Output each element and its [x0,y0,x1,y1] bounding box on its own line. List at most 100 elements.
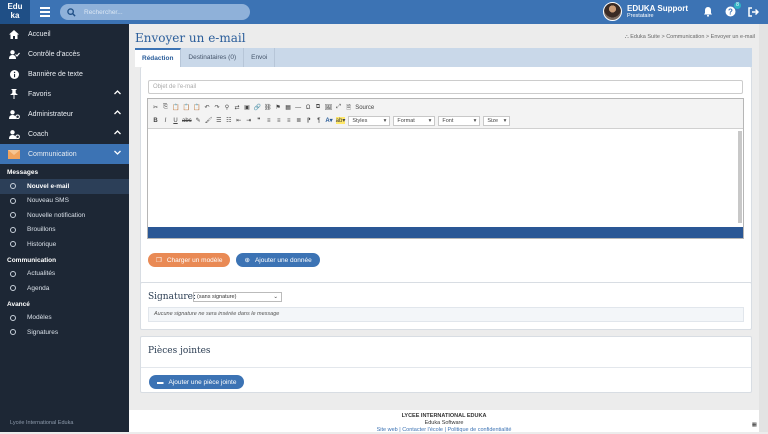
maximize-icon[interactable]: ⤢ [335,104,342,111]
paste-text-icon[interactable]: 📋 [182,104,189,111]
copy-icon[interactable]: ⎘ [162,104,169,111]
redo-icon[interactable]: ↷ [213,104,220,111]
sidebar-item-administrateur[interactable]: Administrateur [0,104,129,124]
paste-word-icon[interactable]: 📋 [193,104,200,111]
menu-signatures[interactable]: Signatures [0,325,129,340]
footer-links[interactable]: Site web | Contacter l'école | Politique… [377,427,512,433]
strike-icon[interactable]: abc [182,118,192,124]
sidebar-footer: Lycée International Eduka [10,420,74,426]
chevron-up-icon [114,90,121,97]
font-select[interactable]: Font ▾ [438,115,481,126]
user-menu[interactable]: EDUKA Support Prestataire [603,2,688,21]
special-char-icon[interactable]: Ω [305,105,312,111]
sidebar-item-coach[interactable]: Coach [0,124,129,144]
tab-envoi[interactable]: Envoi [244,48,276,67]
user-gear-icon [8,109,20,119]
undo-icon[interactable]: ↶ [203,104,210,111]
eduka-logo[interactable]: Edu ka [0,0,30,24]
sidebar-item-favoris[interactable]: Favoris [0,84,129,104]
outdent-icon[interactable]: ⇤ [235,117,242,124]
sidebar-item-controle-acces[interactable]: Contrôle d'accès [0,44,129,64]
editor-body[interactable] [148,129,743,227]
menu-historique[interactable]: Historique [0,237,129,252]
rich-text-editor[interactable]: ✂ ⎘ 📋 📋 📋 ↶ ↷ ⚲ ⇄ ▣ 🔗 ⛓ ⚑ ▦ ― Ω ⧉ 🖼 ⤢ 🗎 … [147,98,744,239]
sidebar-item-accueil[interactable]: Accueil [0,24,129,44]
editor-toolbar: ✂ ⎘ 📋 📋 📋 ↶ ↷ ⚲ ⇄ ▣ 🔗 ⛓ ⚑ ▦ ― Ω ⧉ 🖼 ⤢ 🗎 … [148,99,743,129]
signature-panel: Signature: (sans signature) ⌄ Aucune sign… [140,282,752,330]
sidebar-item-communication[interactable]: Communication [0,144,129,164]
rtl-icon[interactable]: ¶ [315,118,322,124]
menu-modeles[interactable]: Modèles [0,311,129,326]
top-bar: Edu ka Rechercher... EDUKA Support Prestat… [0,0,768,24]
size-select[interactable]: Size ▾ [483,115,511,126]
image-icon[interactable]: 🖼 [325,104,333,111]
tab-redaction[interactable]: Rédaction [135,48,182,67]
source-icon[interactable]: 🗎 [345,103,352,113]
bold-icon[interactable]: B [152,118,159,124]
justify-icon[interactable]: ≣ [295,117,302,124]
search-icon [67,7,76,17]
page-title: Envoyer un e-mail [135,31,246,45]
replace-icon[interactable]: ⇄ [233,104,240,111]
signature-select[interactable]: (sans signature) ⌄ [193,292,282,302]
bell-icon[interactable] [701,5,714,18]
menu-toggle-icon[interactable] [34,7,56,17]
menu-agenda[interactable]: Agenda [0,281,129,296]
menu-nouveau-sms[interactable]: Nouveau SMS [0,194,129,209]
numbered-list-icon[interactable]: ☰ [215,117,222,124]
add-attachment-button[interactable]: ▬ Ajouter une pièce jointe [149,375,245,389]
tab-destinataires[interactable]: Destinataires (0) [181,48,245,67]
indent-icon[interactable]: ⇥ [245,117,252,124]
tab-bar: Rédaction Destinataires (0) Envoi [135,48,752,67]
add-data-button[interactable]: ⊕ Ajouter une donnée [236,253,320,267]
menu-nouvel-email[interactable]: Nouvel e-mail [0,179,129,194]
text-color-icon[interactable]: A▾ [325,117,332,124]
styles-select[interactable]: Styles ▾ [348,115,391,126]
paste-icon[interactable]: 📋 [172,104,179,111]
blockquote-icon[interactable]: ❞ [255,117,262,124]
copy-format-icon[interactable]: 🖌 [205,117,213,124]
breadcrumb[interactable]: ⛬ Eduka Suite > Communication > Envoyer … [625,34,755,41]
iframe-icon[interactable]: ⧉ [315,104,322,111]
find-icon[interactable]: ⚲ [223,104,230,111]
menu-actualites[interactable]: Actualités [0,267,129,282]
select-all-icon[interactable]: ▣ [243,104,250,111]
format-select[interactable]: Format ▾ [393,115,436,126]
bullet-list-icon[interactable]: ☷ [225,117,232,124]
align-center-icon[interactable]: ≡ [275,118,282,124]
logout-icon[interactable] [747,5,760,18]
user-gear-icon [8,129,20,139]
subject-input[interactable]: Objet de l'e-mail [148,80,743,94]
unlink-icon[interactable]: ⛓ [264,104,272,111]
user-role: Prestataire [627,13,654,19]
remove-format-icon[interactable]: ✎ [195,117,202,124]
page-scrollbar[interactable] [759,24,768,432]
section-title-messages: Messages [7,169,39,176]
search-input[interactable]: Rechercher... [60,4,250,20]
editor-statusbar [148,227,743,238]
align-right-icon[interactable]: ≡ [285,118,292,124]
help-icon[interactable]: ? 8 [724,2,741,18]
sidebar-item-banniere[interactable]: Bannière de texte [0,64,129,84]
horizontal-rule-icon[interactable]: ― [295,105,302,111]
editor-scrollbar[interactable] [738,131,742,223]
italic-icon[interactable]: I [162,118,169,124]
page-footer: LYCEE INTERNATIONAL EDUKA Eduka Software… [129,410,759,433]
avatar[interactable] [603,2,622,21]
cut-icon[interactable]: ✂ [152,104,159,111]
align-left-icon[interactable]: ≡ [265,118,272,124]
ltr-icon[interactable]: ⁋ [305,117,312,124]
anchor-icon[interactable]: ⚑ [275,104,282,111]
menu-nouvelle-notification[interactable]: Nouvelle notification [0,208,129,223]
calculator-icon[interactable]: ▦ [752,422,757,429]
source-button[interactable]: Source [355,105,374,111]
bg-color-icon[interactable]: ab▾ [335,117,346,124]
chevron-up-icon [114,130,121,137]
link-icon[interactable]: 🔗 [253,104,260,111]
attachments-panel: Pièces jointes ▬ Ajouter une pièce jointe [140,336,752,393]
load-template-button[interactable]: ❐ Charger un modèle [148,253,231,267]
underline-icon[interactable]: U [172,118,179,124]
menu-brouillons[interactable]: Brouillons [0,223,129,238]
table-icon[interactable]: ▦ [285,104,292,111]
signature-note: Aucune signature ne sera insérée dans le… [148,307,744,322]
